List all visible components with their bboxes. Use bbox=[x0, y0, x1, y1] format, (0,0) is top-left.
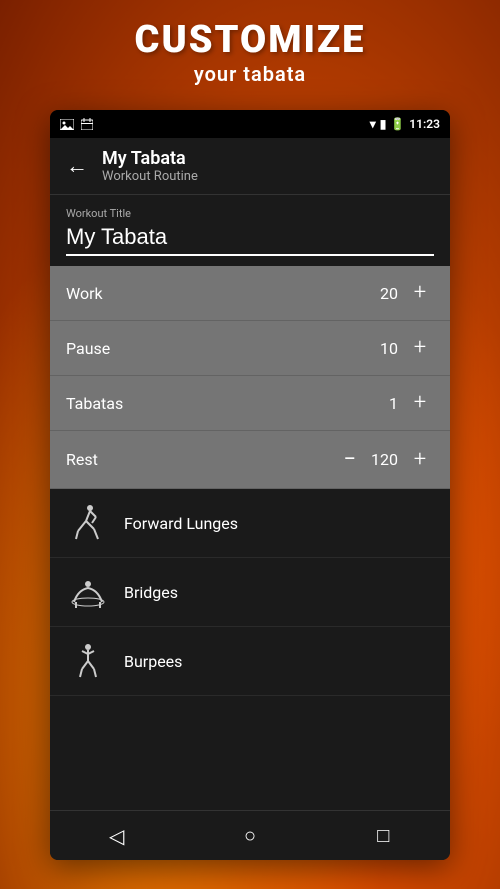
exercise-section: Forward Lunges Bridges bbox=[50, 489, 450, 696]
setting-minus-rest[interactable]: − bbox=[343, 447, 356, 472]
signal-icon: ▮ bbox=[380, 117, 387, 131]
time-display: 11:23 bbox=[409, 117, 440, 131]
status-bar: ▾ ▮ 🔋 11:23 bbox=[50, 110, 450, 138]
setting-value-tabatas: 1 bbox=[368, 394, 398, 413]
exercise-icon-lunges bbox=[66, 501, 110, 545]
workout-title-input[interactable] bbox=[66, 224, 434, 256]
setting-row-rest: Rest − 120 + bbox=[50, 431, 450, 489]
exercise-icon-burpees bbox=[66, 639, 110, 683]
settings-section: Work 20 + Pause 10 + Tabatas 1 + Rest − bbox=[50, 266, 450, 489]
phone-frame: ▾ ▮ 🔋 11:23 ← My Tabata Workout Routine … bbox=[50, 110, 450, 860]
setting-row-work: Work 20 + bbox=[50, 266, 450, 321]
exercise-name-forward-lunges: Forward Lunges bbox=[124, 514, 238, 533]
setting-label-pause: Pause bbox=[66, 339, 110, 358]
hero-subtitle: your tabata bbox=[0, 62, 500, 86]
setting-label-rest: Rest bbox=[66, 450, 98, 469]
status-bar-left bbox=[60, 117, 94, 131]
nav-back-button[interactable]: ◁ bbox=[87, 816, 147, 856]
setting-plus-pause[interactable]: + bbox=[406, 337, 434, 359]
nav-home-button[interactable]: ○ bbox=[220, 816, 280, 856]
back-button[interactable]: ← bbox=[66, 153, 88, 179]
workout-title-section: Workout Title bbox=[50, 195, 450, 266]
exercise-icon-bridges bbox=[66, 570, 110, 614]
exercise-item-forward-lunges[interactable]: Forward Lunges bbox=[50, 489, 450, 558]
app-bar-subtitle: Workout Routine bbox=[102, 169, 198, 184]
setting-controls-rest: − 120 + bbox=[343, 447, 434, 472]
setting-label-work: Work bbox=[66, 284, 103, 303]
exercise-name-burpees: Burpees bbox=[124, 652, 182, 671]
setting-plus-tabatas[interactable]: + bbox=[406, 392, 434, 414]
setting-controls-pause: 10 + bbox=[368, 337, 434, 359]
app-bar-title-group: My Tabata Workout Routine bbox=[102, 148, 198, 184]
app-bar-title: My Tabata bbox=[102, 148, 198, 169]
setting-value-work: 20 bbox=[368, 284, 398, 303]
nav-recent-button[interactable]: □ bbox=[353, 816, 413, 856]
app-bar: ← My Tabata Workout Routine bbox=[50, 138, 450, 195]
exercise-item-bridges[interactable]: Bridges bbox=[50, 558, 450, 627]
nav-bar: ◁ ○ □ bbox=[50, 810, 450, 860]
hero-title: CUSTOMIZE bbox=[0, 18, 500, 62]
exercise-item-burpees[interactable]: Burpees bbox=[50, 627, 450, 696]
setting-row-tabatas: Tabatas 1 + bbox=[50, 376, 450, 431]
setting-controls-tabatas: 1 + bbox=[368, 392, 434, 414]
calendar-icon bbox=[80, 117, 94, 131]
status-bar-right: ▾ ▮ 🔋 11:23 bbox=[370, 117, 440, 131]
wifi-icon: ▾ bbox=[370, 117, 376, 131]
setting-plus-rest[interactable]: + bbox=[406, 449, 434, 471]
exercise-name-bridges: Bridges bbox=[124, 583, 178, 602]
setting-controls-work: 20 + bbox=[368, 282, 434, 304]
setting-row-pause: Pause 10 + bbox=[50, 321, 450, 376]
setting-value-pause: 10 bbox=[368, 339, 398, 358]
workout-title-label: Workout Title bbox=[66, 207, 434, 220]
setting-label-tabatas: Tabatas bbox=[66, 394, 123, 413]
setting-value-rest: 120 bbox=[368, 450, 398, 469]
setting-plus-work[interactable]: + bbox=[406, 282, 434, 304]
image-icon bbox=[60, 117, 74, 131]
battery-icon: 🔋 bbox=[390, 117, 405, 131]
hero-section: CUSTOMIZE your tabata bbox=[0, 18, 500, 86]
